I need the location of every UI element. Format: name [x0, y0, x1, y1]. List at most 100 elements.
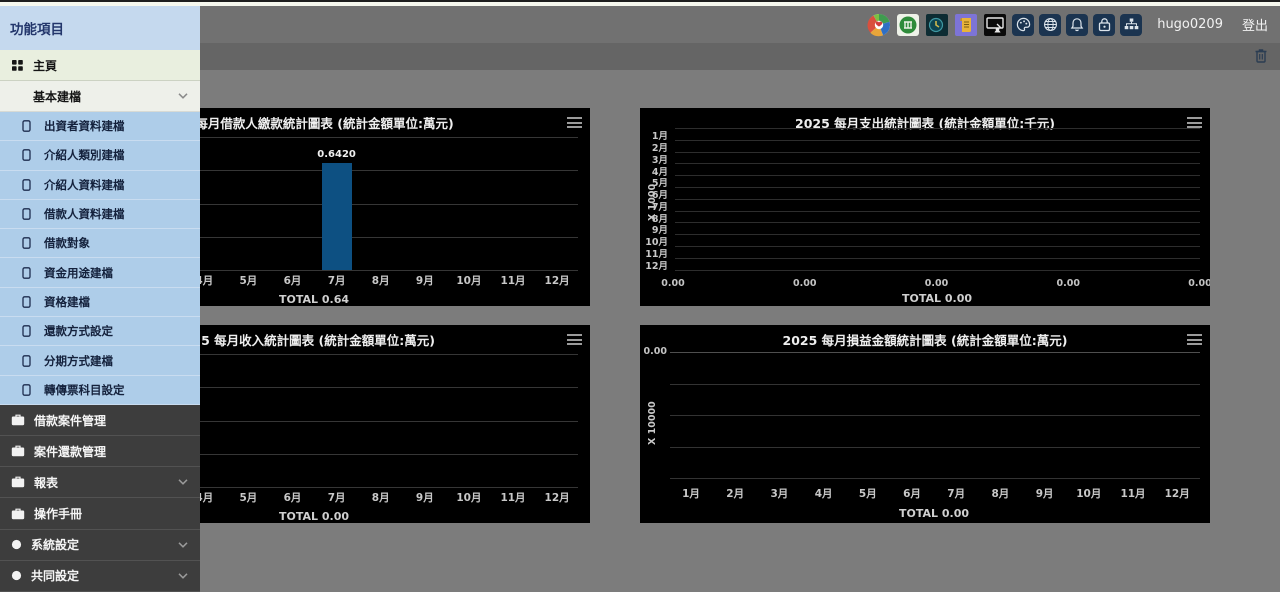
- tablet-icon: [22, 296, 31, 308]
- chart-gridline: [675, 211, 1200, 212]
- chart-title: 2025 每月支出統計圖表 (統計金額單位:千元): [640, 113, 1210, 132]
- sitemap-icon[interactable]: [1120, 14, 1142, 36]
- clock-app-icon[interactable]: [925, 13, 949, 37]
- colorful-logo-icon[interactable]: [867, 13, 891, 37]
- x-axis-month-label: 11月: [493, 490, 533, 505]
- sidebar-item-label: 系統設定: [31, 536, 79, 553]
- sidebar-item-13[interactable]: 借款案件管理: [0, 405, 200, 436]
- x-axis-month-label: 7月: [936, 486, 976, 501]
- chart-menu-icon[interactable]: [567, 334, 582, 348]
- x-axis-month-label: 10月: [449, 273, 489, 288]
- tablet-icon: [22, 208, 31, 220]
- lock-icon[interactable]: [1093, 14, 1115, 36]
- sidebar-item-label: 案件還款管理: [34, 443, 106, 460]
- sidebar-item-label: 主頁: [33, 57, 57, 74]
- username[interactable]: hugo0209: [1157, 17, 1223, 32]
- sidebar-item-3[interactable]: 出資者資料建檔: [0, 112, 200, 141]
- sidebar-item-4[interactable]: 介紹人類別建檔: [0, 141, 200, 170]
- chart-total-label: TOTAL 0.00: [837, 292, 1037, 305]
- x-axis-month-label: 7月: [317, 490, 357, 505]
- bar-7月: [322, 163, 352, 270]
- chart-gridline: [675, 199, 1200, 200]
- sidebar-item-label: 轉傳票科目設定: [44, 382, 125, 398]
- topbar-icon-group: [867, 13, 1142, 37]
- chevron-down-icon: [178, 573, 188, 579]
- chart-gridline: [670, 478, 1200, 479]
- y-axis-month-label: 12月: [640, 258, 668, 272]
- sidebar-item-12[interactable]: 轉傳票科目設定: [0, 376, 200, 405]
- x-axis-month-label: 1月: [671, 486, 711, 501]
- x-axis-tick: 0.00: [1048, 278, 1088, 289]
- x-axis-month-label: 6月: [273, 273, 313, 288]
- sidebar-item-16[interactable]: 操作手冊: [0, 498, 200, 529]
- y-axis-unit-label: X 10000: [647, 401, 658, 445]
- tablet-icon: [22, 355, 31, 367]
- x-axis-month-label: 11月: [1113, 486, 1153, 501]
- sidebar-item-1[interactable]: 主頁: [0, 50, 200, 81]
- sidebar-item-8[interactable]: 資金用途建檔: [0, 258, 200, 287]
- sidebar-item-label: 分期方式建檔: [44, 353, 113, 369]
- x-axis-month-label: 5月: [848, 486, 888, 501]
- sidebar-menu: 主頁基本建檔出資者資料建檔介紹人類別建檔介紹人資料建檔借款人資料建檔借款對象資金…: [0, 50, 200, 592]
- chart-panel-4: 2025 每月損益金額統計圖表 (統計金額單位:萬元)0.001月2月3月4月5…: [640, 325, 1210, 523]
- chart-title: 2025 每月損益金額統計圖表 (統計金額單位:萬元): [640, 330, 1210, 349]
- x-axis-tick: 0.00: [785, 278, 825, 289]
- sidebar-item-label: 介紹人類別建檔: [44, 147, 125, 163]
- chart-gridline: [675, 152, 1200, 153]
- x-axis-month-label: 9月: [405, 273, 445, 288]
- chevron-down-icon: [178, 479, 188, 485]
- sidebar-item-label: 借款案件管理: [34, 412, 106, 429]
- x-axis-month-label: 2月: [715, 486, 755, 501]
- chart-gridline: [670, 447, 1200, 448]
- palette-icon[interactable]: [1012, 14, 1034, 36]
- sidebar-item-2[interactable]: 基本建檔: [0, 81, 200, 112]
- trash-icon[interactable]: [1254, 48, 1268, 68]
- sidebar-item-label: 借款人資料建檔: [44, 206, 125, 222]
- x-axis-tick: 0.00: [653, 278, 693, 289]
- briefcase-icon: [11, 508, 25, 520]
- globe-icon[interactable]: [1039, 14, 1061, 36]
- sidebar-item-7[interactable]: 借款對象: [0, 229, 200, 258]
- sidebar-item-18[interactable]: 共同設定: [0, 561, 200, 592]
- x-axis-month-label: 9月: [405, 490, 445, 505]
- x-axis-month-label: 9月: [1025, 486, 1065, 501]
- sidebar-item-10[interactable]: 還款方式設定: [0, 317, 200, 346]
- sidebar-item-11[interactable]: 分期方式建檔: [0, 346, 200, 375]
- chart-gridline: [670, 352, 1200, 353]
- chart-total-label: TOTAL 0.00: [834, 507, 1034, 520]
- x-axis-month-label: 6月: [273, 490, 313, 505]
- chart-total-label: TOTAL 0.64: [214, 293, 414, 306]
- sidebar-item-6[interactable]: 借款人資料建檔: [0, 200, 200, 229]
- chart-gridline: [675, 128, 1200, 129]
- x-axis-month-label: 8月: [361, 490, 401, 505]
- chart-menu-icon[interactable]: [1187, 334, 1202, 348]
- bank-app-icon[interactable]: [896, 13, 920, 37]
- sidebar-item-9[interactable]: 資格建檔: [0, 288, 200, 317]
- x-axis-month-label: 8月: [361, 273, 401, 288]
- sidebar-item-5[interactable]: 介紹人資料建檔: [0, 171, 200, 200]
- sidebar-item-label: 基本建檔: [33, 88, 81, 105]
- tablet-icon: [22, 149, 31, 161]
- x-axis-month-label: 4月: [804, 486, 844, 501]
- bell-icon[interactable]: [1066, 14, 1088, 36]
- sidebar-item-17[interactable]: 系統設定: [0, 530, 200, 561]
- sidebar-item-label: 共同設定: [31, 567, 79, 584]
- chart-menu-icon[interactable]: [567, 117, 582, 131]
- x-axis-month-label: 10月: [449, 490, 489, 505]
- sidebar-item-label: 出資者資料建檔: [44, 118, 125, 134]
- logout-button[interactable]: 登出: [1242, 15, 1268, 34]
- x-axis-month-label: 6月: [892, 486, 932, 501]
- x-axis-tick: 0.00: [917, 278, 957, 289]
- tablet-icon: [22, 267, 31, 279]
- tablet-icon: [22, 237, 31, 249]
- bar-value-label: 0.6420: [312, 149, 362, 160]
- x-axis-month-label: 5月: [228, 490, 268, 505]
- presentation-app-icon[interactable]: [983, 13, 1007, 37]
- x-axis-month-label: 8月: [980, 486, 1020, 501]
- y-axis-tick: 0.00: [640, 346, 667, 357]
- sidebar-item-15[interactable]: 報表: [0, 467, 200, 498]
- sidebar-item-14[interactable]: 案件還款管理: [0, 436, 200, 467]
- sidebar-item-label: 報表: [34, 474, 58, 491]
- chart-gridline: [675, 187, 1200, 188]
- scroll-app-icon[interactable]: [954, 13, 978, 37]
